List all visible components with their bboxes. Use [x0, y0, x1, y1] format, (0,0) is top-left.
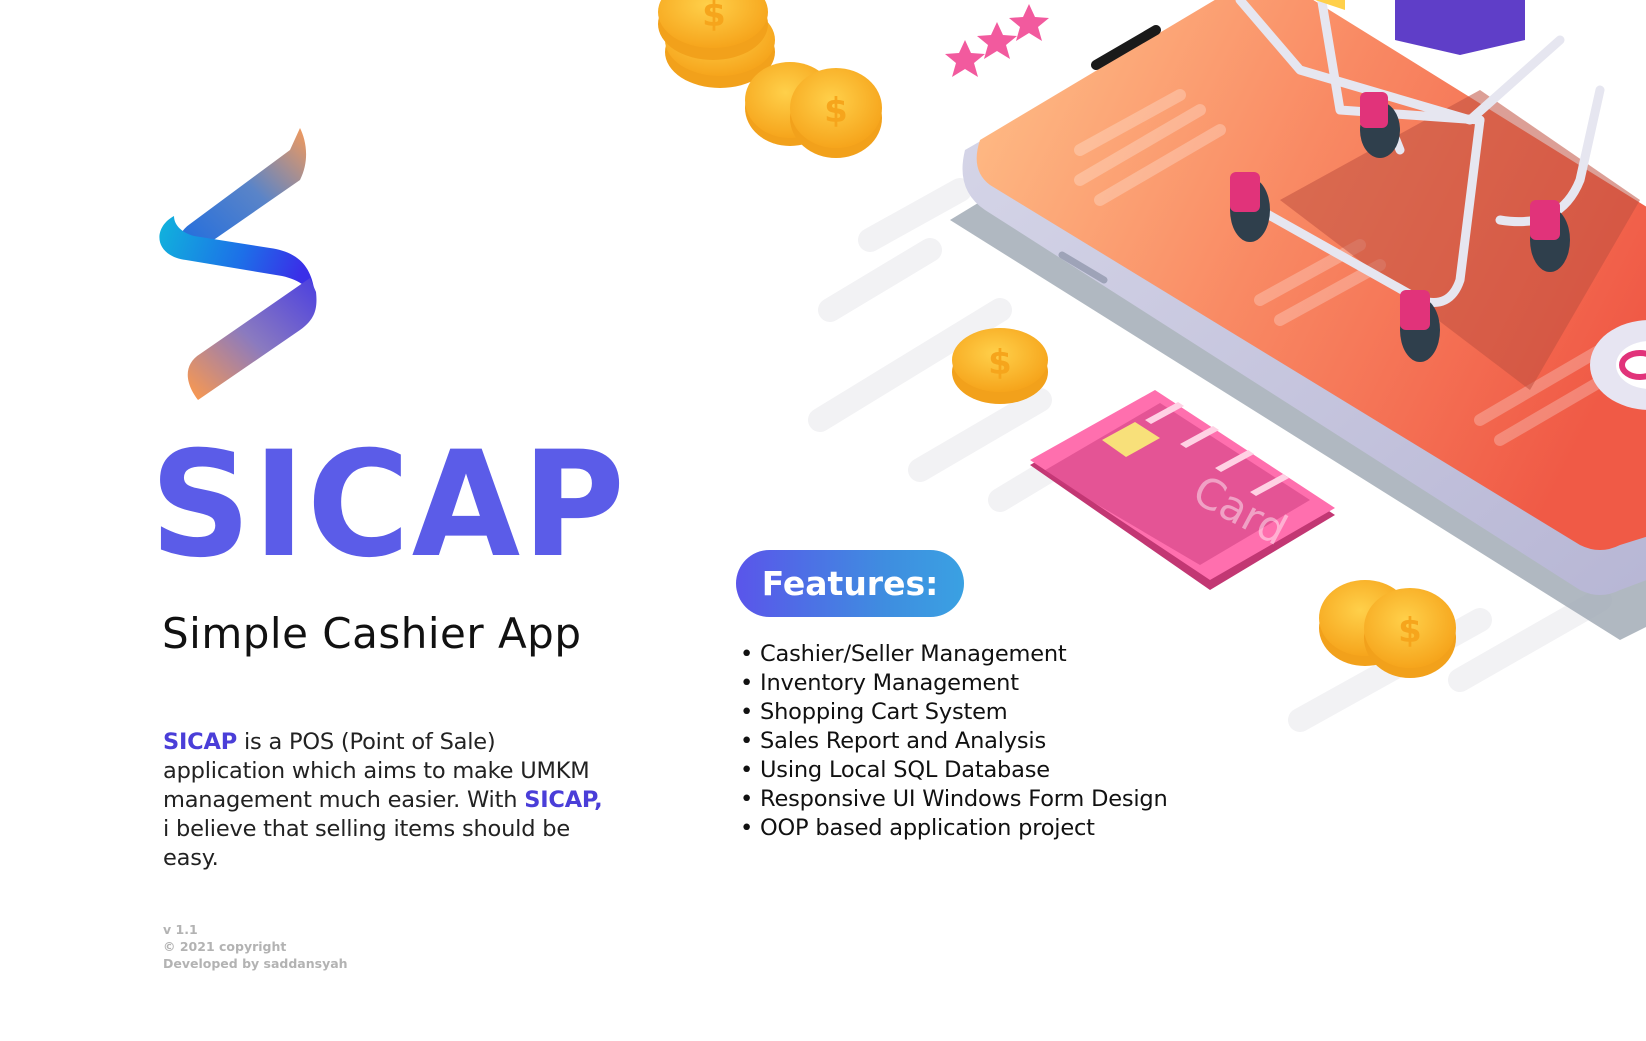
footer-info: v 1.1 © 2021 copyright Developed by sadd… — [163, 921, 348, 972]
developer-credit: Developed by saddansyah — [163, 956, 348, 971]
brand-name-inline: SICAP, — [524, 787, 603, 813]
feature-item: Using Local SQL Database — [740, 756, 1168, 785]
shopping-illustration: Card $ $ $ $ — [658, 0, 1646, 732]
app-description: SICAP is a POS (Point of Sale) applicati… — [163, 728, 613, 873]
description-text: i believe that selling items should be e… — [163, 816, 570, 871]
brand-name-inline: SICAP — [163, 729, 237, 755]
app-title: SICAP — [150, 420, 627, 590]
package-box — [1395, 0, 1525, 55]
version-label: v 1.1 — [163, 922, 198, 937]
dollar-sign: $ — [1398, 611, 1422, 651]
app-subtitle: Simple Cashier App — [162, 609, 582, 658]
copyright-label: © 2021 copyright — [163, 939, 287, 954]
dollar-sign: $ — [702, 0, 726, 35]
feature-item: Responsive UI Windows Form Design — [740, 785, 1168, 814]
dollar-sign: $ — [988, 343, 1012, 383]
rating-stars — [945, 4, 1049, 77]
feature-item: OOP based application project — [740, 814, 1168, 843]
dollar-sign: $ — [824, 91, 848, 131]
app-logo — [159, 128, 317, 400]
